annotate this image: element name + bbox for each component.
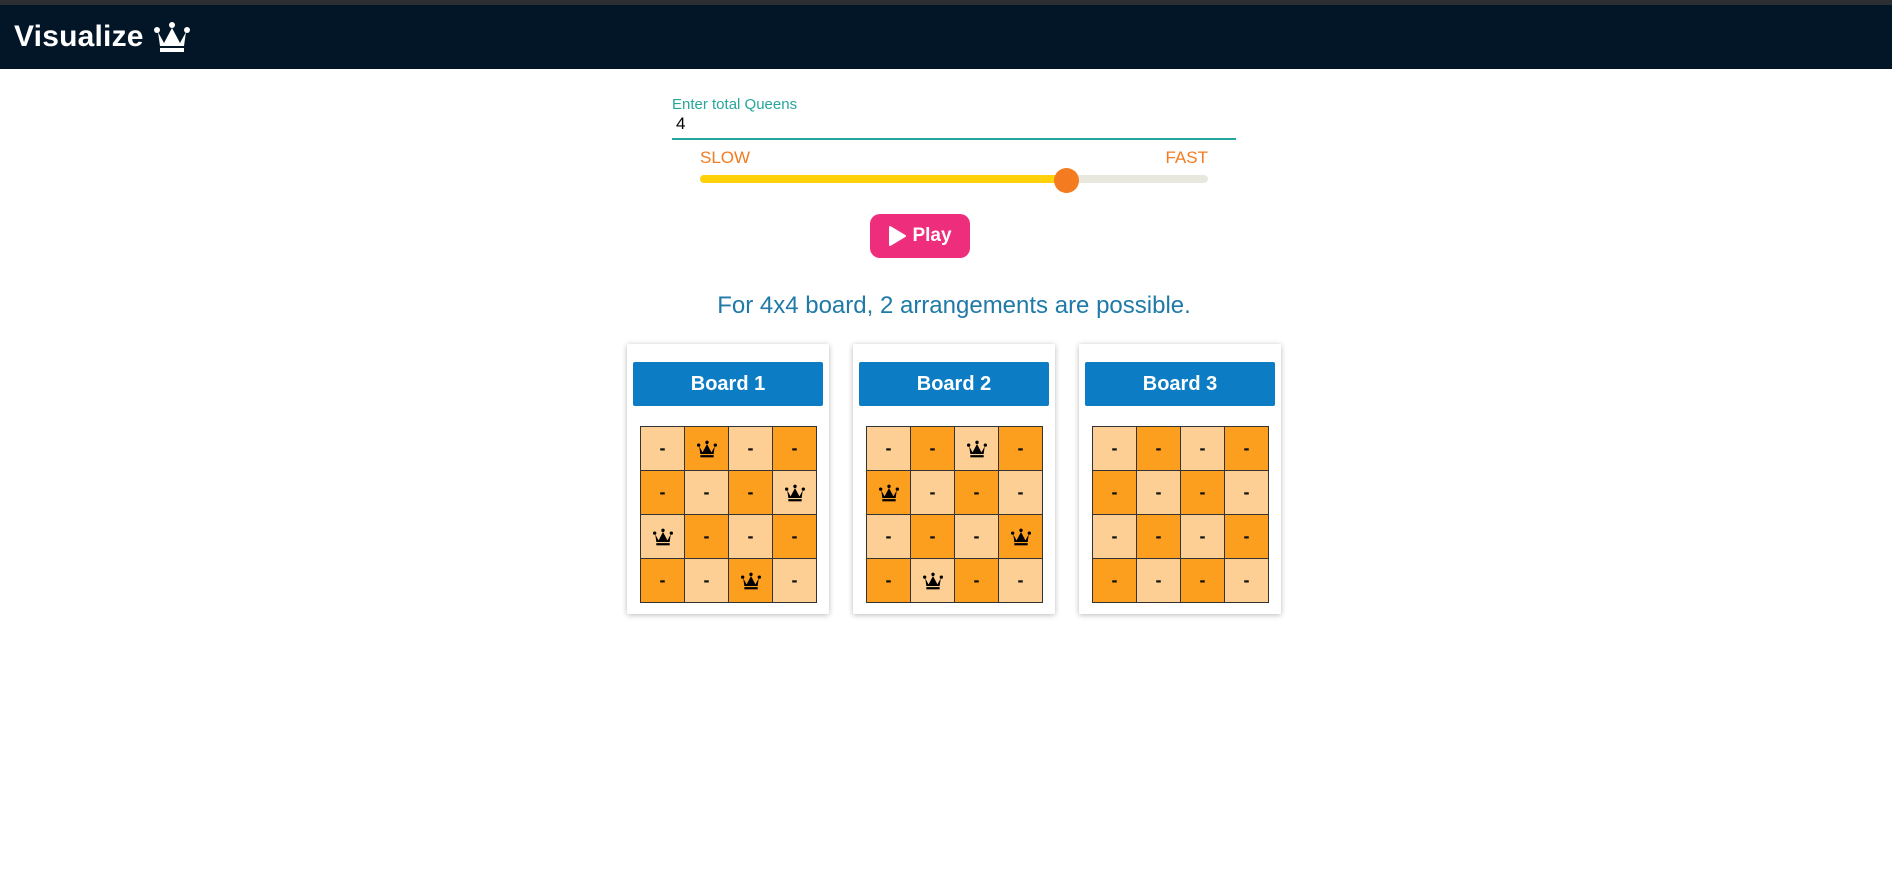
speed-fast-label: FAST [1165,148,1208,167]
board-card: Board 1------------ [627,344,829,614]
queen-icon [999,515,1043,559]
board-cell: - [1225,427,1269,471]
board-cell: - [1137,427,1181,471]
board-cell: - [867,559,911,603]
board-card: Board 2------------ [853,344,1055,614]
board-cell: - [911,427,955,471]
board-cell: - [867,515,911,559]
board-cell: - [773,559,817,603]
board-cell: - [955,515,999,559]
speed-slow-label: SLOW [700,148,751,167]
brand[interactable]: Visualize [14,20,190,54]
board-cell: - [1181,559,1225,603]
board-cell: - [955,559,999,603]
queens-input-label: Enter total Queens [672,96,798,113]
board-cell: - [1093,427,1137,471]
queens-input[interactable] [672,114,1236,140]
board-cell: - [729,515,773,559]
board-cell: - [1093,559,1137,603]
board-cell: - [1181,515,1225,559]
board-cell: - [641,559,685,603]
speed-slider[interactable] [700,168,1208,193]
speed-slider-fill [700,175,1066,183]
queen-icon [911,559,955,603]
boards-container: Board 1- - - - - - - - - - - - Board 2- - - - - - - - - - - - Bo… [627,344,1281,614]
queen-icon [729,559,773,603]
board-title: Board 3 [1085,362,1275,406]
board-cell: - [1137,471,1181,515]
queen-icon [641,515,685,559]
board-cell: - [729,427,773,471]
controls-panel: Enter total Queens SLOW FAST [672,96,1236,193]
queen-icon [955,427,999,471]
board-cell: - [729,471,773,515]
queen-icon [867,471,911,515]
board-cell: - [1137,559,1181,603]
board-cell: - [955,471,999,515]
board-card: Board 3---------------- [1079,344,1281,614]
board-cell: - [641,471,685,515]
board-title: Board 2 [859,362,1049,406]
queen-icon [773,471,817,515]
board-cell: - [685,515,729,559]
board-cell: - [685,471,729,515]
board-cell: - [999,471,1043,515]
play-button[interactable]: Play [870,214,970,258]
board-cell: - [911,515,955,559]
board-cell: - [999,427,1043,471]
board-cell: - [867,427,911,471]
board-cell: - [1093,471,1137,515]
board-cell: - [999,559,1043,603]
board-cell: - [1181,471,1225,515]
board-cell: - [1225,471,1269,515]
crown-icon [153,21,190,53]
board-cell: - [773,427,817,471]
board-cell: - [1225,559,1269,603]
board-cell: - [1137,515,1181,559]
chessboard: ---------------- [1092,426,1269,603]
board-cell: - [773,515,817,559]
speed-slider-thumb[interactable] [1053,168,1079,193]
chessboard: ------------ [866,426,1043,603]
chessboard: ------------ [640,426,817,603]
speed-labels: SLOW FAST [700,148,1208,168]
queen-icon [685,427,729,471]
board-cell: - [911,471,955,515]
app-title: Visualize [14,20,144,53]
board-cell: - [1225,515,1269,559]
navbar: Visualize [0,5,1892,69]
board-cell: - [641,427,685,471]
play-label: Play [912,225,952,246]
board-cell: - [1093,515,1137,559]
result-text: For 4x4 board, 2 arrangements are possib… [717,292,1191,319]
board-title: Board 1 [633,362,823,406]
board-cell: - [685,559,729,603]
play-icon [888,226,907,246]
board-cell: - [1181,427,1225,471]
